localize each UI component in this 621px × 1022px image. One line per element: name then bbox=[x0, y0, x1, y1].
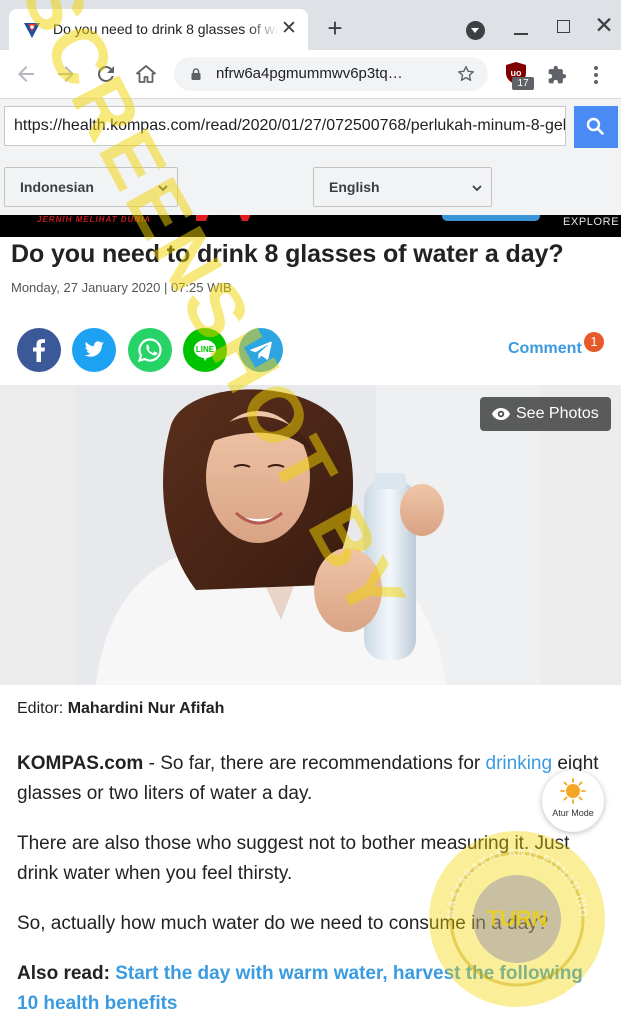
share-line-button[interactable]: LINE bbox=[183, 328, 227, 372]
display-mode-label: Atur Mode bbox=[552, 808, 594, 818]
comment-link[interactable]: Comment bbox=[508, 340, 582, 358]
site-tagline: JERNIH MELIHAT DUNIA bbox=[37, 215, 152, 224]
explore-link[interactable]: EXPLORE bbox=[563, 216, 619, 228]
source-label: KOMPAS.com bbox=[17, 753, 144, 774]
drinking-link[interactable]: drinking bbox=[486, 753, 553, 774]
forward-arrow-icon[interactable] bbox=[54, 62, 78, 86]
reload-icon[interactable] bbox=[94, 62, 118, 86]
editor-label: Editor: bbox=[17, 700, 64, 717]
window-close-icon[interactable]: ✕ bbox=[594, 14, 614, 37]
paragraph-1-text-a: - So far, there are recommendations for bbox=[143, 753, 486, 774]
whatsapp-icon bbox=[137, 338, 162, 363]
line-icon: LINE bbox=[194, 340, 216, 361]
share-whatsapp-button[interactable] bbox=[128, 328, 172, 372]
bookmark-star-icon[interactable] bbox=[456, 64, 476, 84]
share-telegram-button[interactable] bbox=[239, 328, 283, 372]
editor-credit: Editor: Mahardini Nur Afifah bbox=[17, 700, 224, 718]
svg-text:LINE: LINE bbox=[196, 345, 215, 354]
also-read-label: Also read: bbox=[17, 963, 116, 984]
extension-badge: 17 bbox=[512, 77, 534, 90]
kebab-menu-icon[interactable] bbox=[591, 65, 601, 85]
lock-icon bbox=[191, 68, 201, 80]
sun-icon bbox=[560, 778, 586, 804]
address-text: nfrw6a4pgmummwv6p3tq… bbox=[216, 65, 403, 82]
share-facebook-button[interactable] bbox=[17, 328, 61, 372]
browser-tab[interactable]: Do you need to drink 8 glasses of water … bbox=[9, 9, 308, 50]
see-photos-label: See Photos bbox=[516, 405, 599, 422]
maximize-icon[interactable] bbox=[557, 20, 570, 33]
photo-illustration bbox=[76, 385, 540, 685]
minimize-icon[interactable] bbox=[514, 33, 528, 35]
extensions-puzzle-icon[interactable] bbox=[547, 65, 567, 85]
display-mode-button[interactable]: Atur Mode bbox=[542, 770, 604, 832]
translate-bar: Indonesian English bbox=[0, 99, 621, 215]
translate-url-input[interactable] bbox=[4, 106, 566, 146]
share-twitter-button[interactable] bbox=[72, 328, 116, 372]
paragraph-2: There are also those who suggest not to … bbox=[17, 833, 570, 884]
telegram-icon bbox=[250, 341, 272, 360]
tab-strip: Do you need to drink 8 glasses of water … bbox=[0, 0, 621, 50]
tab-title: Do you need to drink 8 glasses of water … bbox=[53, 21, 279, 37]
facebook-icon bbox=[33, 339, 45, 362]
also-read: Also read: Start the day with warm water… bbox=[17, 959, 607, 1019]
eye-icon bbox=[492, 408, 510, 420]
target-language-select[interactable]: English bbox=[313, 167, 492, 207]
editor-name: Mahardini Nur Afifah bbox=[67, 700, 225, 717]
target-language-label: English bbox=[329, 179, 380, 195]
back-arrow-icon[interactable] bbox=[14, 62, 38, 86]
home-icon[interactable] bbox=[134, 62, 158, 86]
twitter-icon bbox=[84, 341, 104, 357]
article-title: Do you need to drink 8 glasses of water … bbox=[11, 240, 564, 268]
article-date: Monday, 27 January 2020 | 07:25 WIB bbox=[11, 280, 232, 295]
chevron-down-icon bbox=[472, 185, 482, 192]
masthead-button[interactable] bbox=[442, 215, 540, 221]
hero-photo-woman-drinking-water[interactable] bbox=[76, 385, 540, 685]
close-tab-icon[interactable]: ✕ bbox=[279, 19, 299, 39]
address-bar[interactable]: nfrw6a4pgmummwv6p3tq… bbox=[174, 57, 488, 91]
paragraph-1: KOMPAS.com - So far, there are recommend… bbox=[17, 749, 607, 809]
search-icon bbox=[586, 117, 604, 135]
site-masthead: JERNIH MELIHAT DUNIA EXPLORE bbox=[0, 215, 621, 237]
new-tab-icon[interactable]: + bbox=[323, 15, 347, 41]
paragraph-3: So, actually how much water do we need t… bbox=[17, 913, 549, 934]
hero-photo-area: See Photos bbox=[0, 385, 621, 685]
tab-search-icon[interactable] bbox=[466, 21, 485, 40]
source-language-label: Indonesian bbox=[20, 179, 94, 195]
source-language-select[interactable]: Indonesian bbox=[4, 167, 178, 207]
chevron-down-icon bbox=[158, 185, 168, 192]
browser-toolbar: nfrw6a4pgmummwv6p3tq… bbox=[0, 50, 621, 99]
see-photos-button[interactable]: See Photos bbox=[480, 397, 611, 431]
kompas-logo-fragment bbox=[196, 215, 251, 221]
kompas-favicon-icon bbox=[24, 23, 40, 38]
translate-search-button[interactable] bbox=[574, 106, 618, 148]
comment-count-badge: 1 bbox=[584, 332, 604, 352]
